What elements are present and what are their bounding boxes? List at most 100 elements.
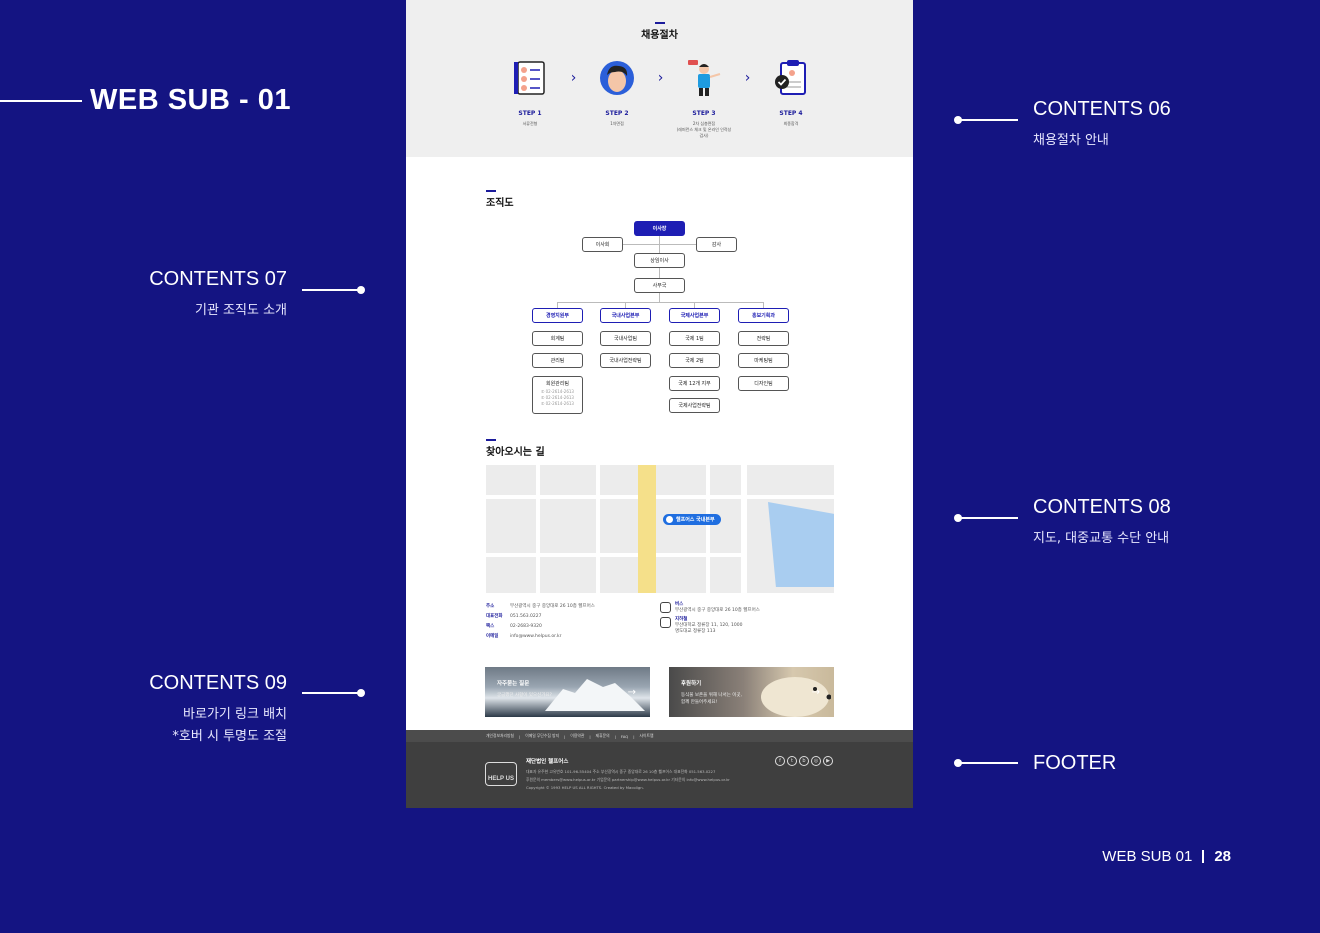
org-box-dept: 국제사업본부 [669,308,720,323]
annotation-contents-09: CONTENTS 09 바로가기 링크 배치 *호버 시 투명도 조절 [149,672,287,748]
info-key: 주소 [486,604,495,609]
phone-number: 02-2614-2613 [545,389,574,394]
info-row: 이메일 info@www.helpus.or.kr [486,632,595,642]
info-value: info@www.helpus.or.kr [510,634,562,639]
instagram-icon[interactable]: ◎ [811,756,821,766]
clipboard-check-icon [775,60,806,95]
map-road [536,465,540,593]
arrow-right-icon: → [811,687,820,698]
title-rule [0,99,82,102]
org-box-team: 회원관리팀 ✆ 02-2614-2613 ✆ 02-2614-2613 ✆ 02… [532,376,583,414]
slide-title: WEB SUB - 01 [0,84,291,117]
step-desc: 최종합격 [783,121,799,126]
section-title: 찾아오시는 길 [486,439,545,458]
org-box-dept: 경영지원부 [532,308,583,323]
footer-line: 후원문의 members@www.helpus.or.kr 기업문의 partn… [526,777,730,782]
transport-info: 버스 부산광역시 중구 중앙대로 26 10층 헬프어스 지하철 부산대학교 정류장… [660,602,760,638]
footer-link[interactable]: 이메일 무단수집 방지 [525,733,559,739]
blog-icon[interactable]: b [799,756,809,766]
youtube-icon[interactable]: ▶ [823,756,833,766]
info-row: 주소 부산광역시 중구 중앙대로 26 10층 헬프어스 [486,602,595,612]
phone-number: 02-2614-2613 [545,395,574,400]
map-water [768,502,834,587]
org-box-team: 국제 2팀 [669,353,720,368]
subway-row: 지하철 부산대학교 정류장 11, 120, 1000 명도대교 정류장 113 [660,617,760,635]
footer-link[interactable]: 개인정보처리방침 [486,733,514,739]
info-value: 02-2683-9320 [510,624,542,629]
step-label: STEP 4 [779,110,803,117]
team-name: 회원관리팀 [545,381,569,387]
chevron-right-icon: › [744,70,751,86]
resume-icon [514,61,545,95]
connector-line [954,759,1018,767]
info-value: 부산광역시 중구 중앙대로 26 10층 헬프어스 [510,604,595,609]
info-value: 051.563.0227 [510,614,542,619]
footer-link[interactable]: 사이트맵 [640,733,654,739]
step-desc: 1차면접 [610,121,624,126]
connector-line [302,689,365,697]
annotation-title: FOOTER [1033,752,1117,774]
sns-links: f t b ◎ ▶ [773,756,833,766]
subway-icon [660,617,671,628]
connector-line [954,116,1018,124]
facebook-icon[interactable]: f [775,756,785,766]
quicklink-donate[interactable]: 후원하기 동식물 보존을 위해 나서는 이곳, 함께 만들어주세요! → [669,667,834,717]
annotation-contents-06: CONTENTS 06 채용절차 안내 [1033,98,1171,152]
org-box-board: 이사회 [582,237,623,252]
footer-copyright: Copyright © 1993 HELP US ALL RIGHTS. Cre… [526,785,644,790]
page-number-value: 28 [1214,848,1231,865]
quicklink-faq[interactable]: 자주묻는 질문 궁금했던 사항이 있으신가요? → [485,667,650,717]
step-item: STEP 4 최종합격 [762,58,820,139]
info-key: 이메일 [486,634,499,639]
footer-nav: 개인정보처리방침 | 이메일 무단수집 방지 | 이용약관 | 제휴문의 | FAQ | … [406,730,913,742]
step-item: STEP 1 서류전형 [501,58,559,139]
annotation-desc: 채용절차 안내 [1033,133,1109,148]
map-pin[interactable]: 헬프어스 국내본부 [663,514,721,525]
org-box-office: 사무국 [634,278,685,293]
step-label: STEP 1 [518,110,542,117]
slide-title-text: WEB SUB - 01 [90,84,291,116]
helpus-logo[interactable]: HELP US [485,762,517,786]
step-desc: (레퍼런스 체크 및 온라인 인적성 검사) [676,127,732,138]
footer-info: 대표자 유주현 고유번호 101-96-55404 주소 부산광역시 중구 중앙… [526,768,730,792]
info-row: 팩스 02-2683-9320 [486,622,595,632]
annotation-contents-08: CONTENTS 08 지도, 대중교통 수단 안내 [1033,496,1171,550]
quicklink-desc: 동식물 보존을 위해 나서는 이곳, 함께 만들어주세요! [681,692,742,706]
presenter-icon [688,60,721,96]
chevron-right-icon: › [570,70,577,86]
annotation-desc: *호버 시 투명도 조절 [172,729,287,744]
org-box-dept: 홍보기획과 [738,308,789,323]
map-road [741,465,747,593]
info-key: 팩스 [486,624,495,629]
transport-desc: 명도대교 정류장 113 [675,629,716,634]
org-box-team: 국내사업전략팀 [600,353,651,368]
chevron-right-icon: › [657,70,664,86]
footer-link[interactable]: 제휴문의 [596,733,610,739]
footer-link[interactable]: FAQ [621,734,628,739]
org-connector [557,302,763,303]
phone-list: ✆ 02-2614-2613 ✆ 02-2614-2613 ✆ 02-2614-… [541,389,574,406]
org-box-dept: 국내사업본부 [600,308,651,323]
bus-icon [660,602,671,613]
page-number: WEB SUB 01 28 [1102,848,1231,865]
map-road [596,465,600,593]
map-pin-label: 헬프어스 국내본부 [676,517,715,523]
arrow-right-icon: → [627,687,636,698]
org-box-team: 국제 1팀 [669,331,720,346]
footer-org-name: 재단법인 헬프어스 [526,759,569,765]
annotation-title: CONTENTS 08 [1033,496,1171,518]
page-mockup: 채용절차 STEP 1 서류전형 › STEP 2 1차면접 › STEP 3 … [406,0,913,808]
step-label: STEP 2 [605,110,629,117]
desc-line: 함께 만들어주세요! [681,700,718,705]
footer-link[interactable]: 이용약관 [570,733,584,739]
page-label: WEB SUB 01 [1102,848,1193,865]
map-road [706,465,710,593]
location-map[interactable]: 헬프어스 국내본부 [486,465,834,593]
step-item: STEP 3 2차 심층면접 (레퍼런스 체크 및 온라인 인적성 검사) [675,58,733,139]
annotation-title: CONTENTS 09 [149,672,287,694]
org-box-director: 상임이사 [634,253,685,268]
twitter-icon[interactable]: t [787,756,797,766]
org-box-team: 마케팅팀 [738,353,789,368]
connector-line [302,286,365,294]
logo-text: HELP US [488,776,514,782]
